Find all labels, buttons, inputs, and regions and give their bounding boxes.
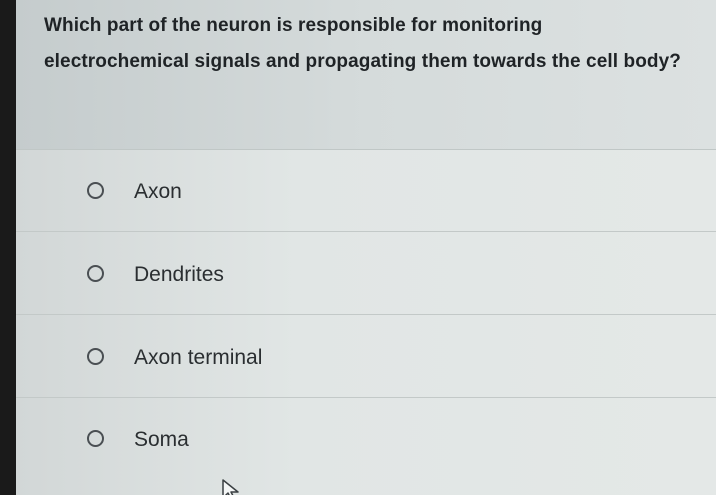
radio-unselected-icon[interactable] [87,430,104,447]
answer-options: Axon Dendrites Axon terminal Soma [16,150,716,495]
option-label: Axon [134,180,182,203]
question-text: Which part of the neuron is responsible … [44,15,682,72]
radio-unselected-icon[interactable] [87,265,104,282]
option-axon[interactable]: Axon [16,150,716,232]
option-label: Dendrites [134,263,224,286]
quiz-screen: Which part of the neuron is responsible … [16,0,716,495]
option-label: Axon terminal [134,346,263,369]
option-soma[interactable]: Soma [16,398,716,479]
radio-unselected-icon[interactable] [87,182,104,199]
question-panel: Which part of the neuron is responsible … [16,0,716,150]
mouse-pointer-icon [222,479,239,495]
option-dendrites[interactable]: Dendrites [16,233,716,315]
option-label: Soma [134,428,189,451]
option-axon-terminal[interactable]: Axon terminal [16,316,716,398]
radio-unselected-icon[interactable] [87,348,104,365]
